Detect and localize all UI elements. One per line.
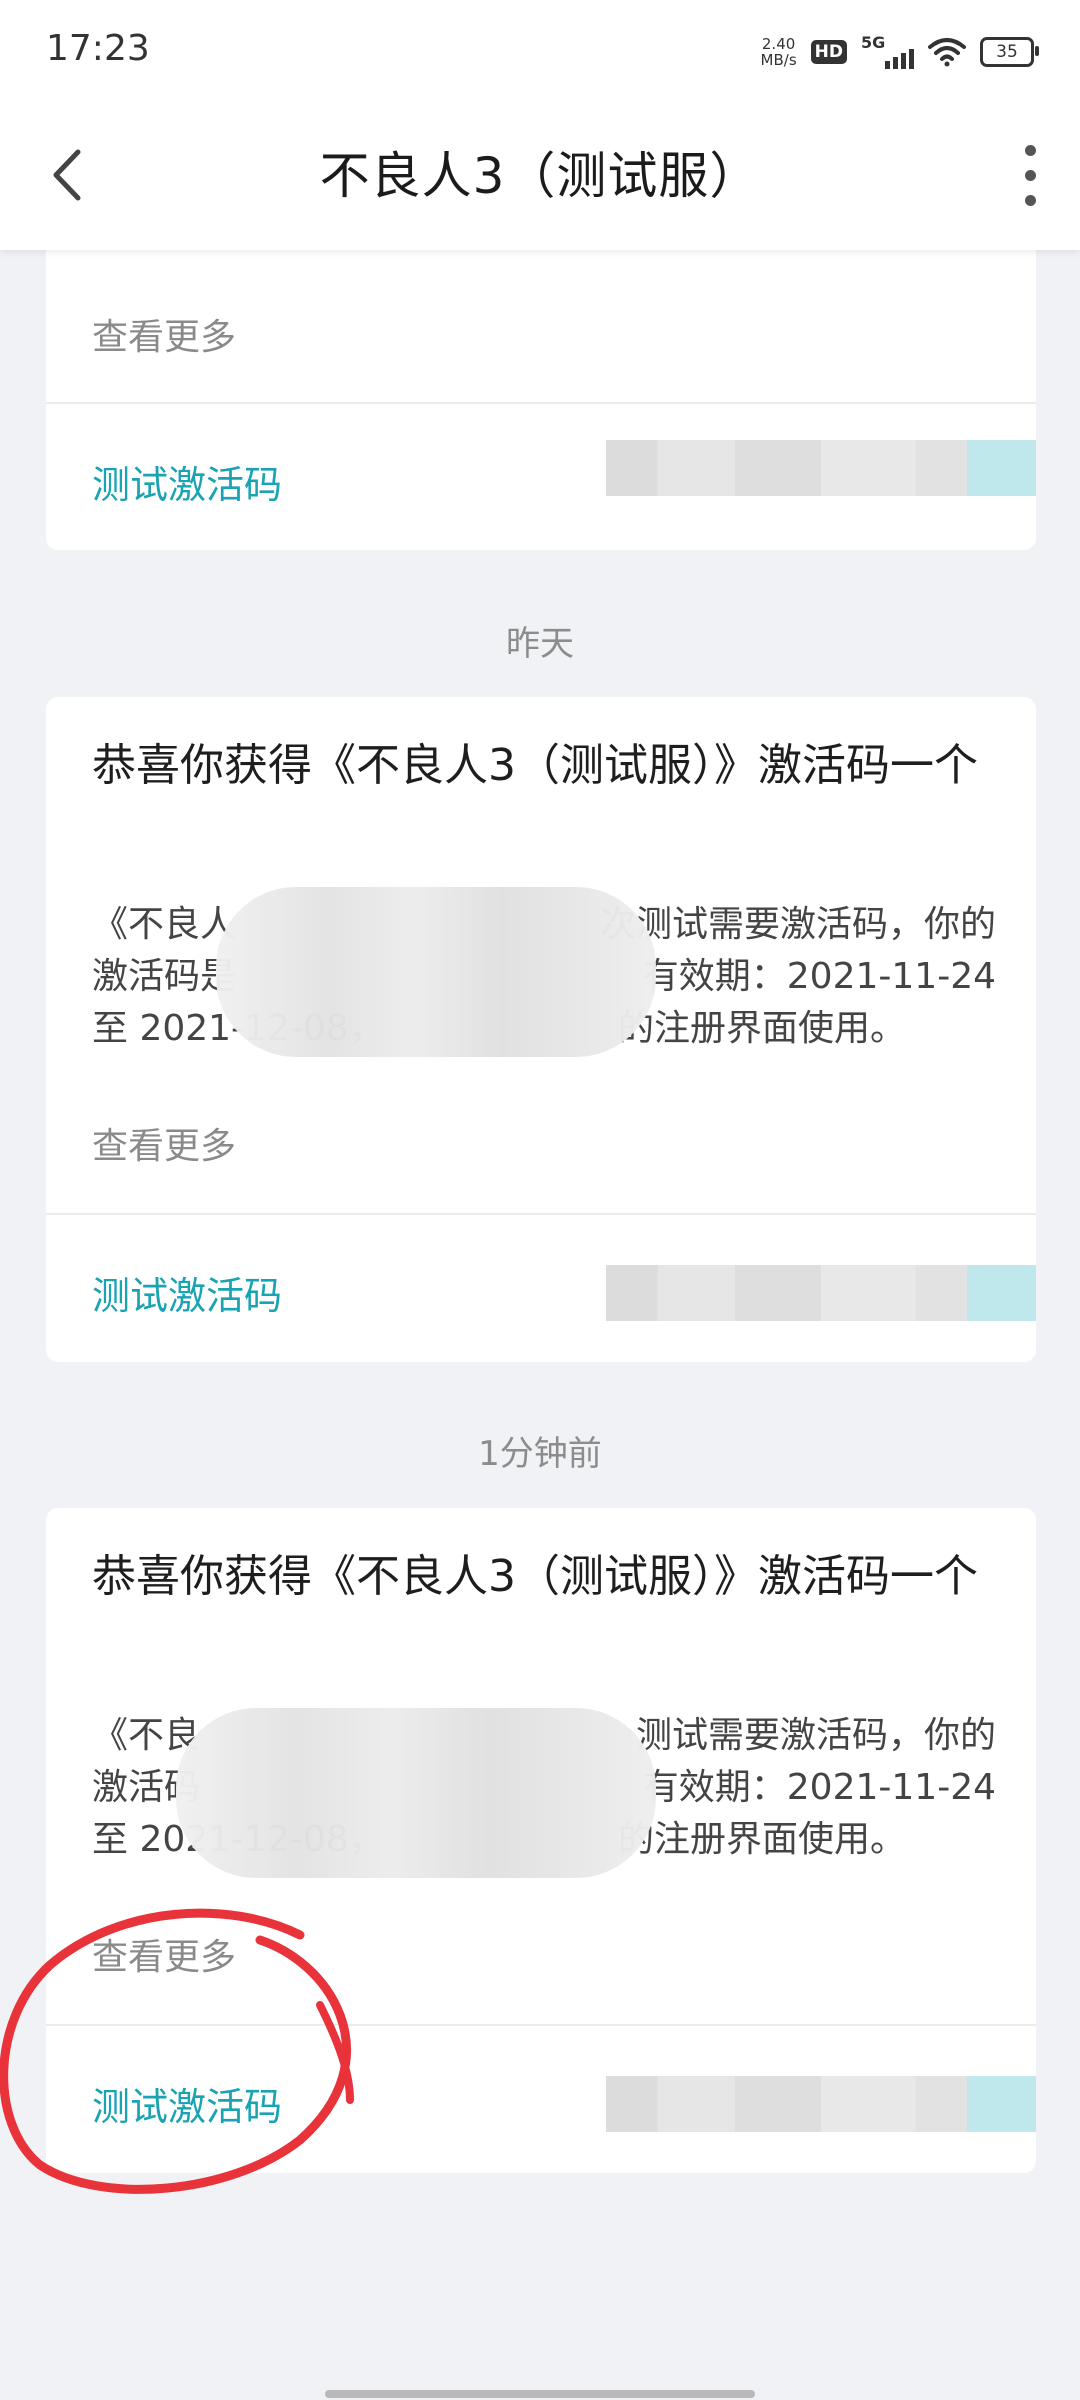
status-icons: 2.40 MB/s HD 5G 35 bbox=[761, 30, 1039, 74]
body-text: 的注册界面使用。 bbox=[617, 1008, 906, 1049]
body-text: 《不良人 bbox=[92, 904, 237, 945]
network-speed-unit: MB/s bbox=[760, 51, 797, 69]
status-bar: 17:23 2.40 MB/s HD 5G 35 bbox=[0, 0, 1080, 100]
activation-code-redacted bbox=[606, 2076, 1036, 2132]
body-text: 有效期：2021-11-24 bbox=[642, 1767, 996, 1808]
activation-code-label[interactable]: 测试激活码 bbox=[92, 454, 282, 509]
body-text: 激活码是 bbox=[92, 956, 237, 997]
status-time: 17:23 bbox=[46, 28, 150, 69]
hd-icon: HD bbox=[810, 40, 847, 64]
activation-code-label[interactable]: 测试激活码 bbox=[92, 1265, 282, 1320]
body-text: 次测试需要激活码，你的 bbox=[599, 904, 996, 945]
view-more-link[interactable]: 查看更多 bbox=[92, 1117, 236, 1169]
view-more-link[interactable]: 查看更多 bbox=[92, 308, 236, 360]
activation-code-redacted bbox=[606, 1265, 1036, 1321]
signal-icon: 5G bbox=[861, 33, 914, 69]
view-more-link[interactable]: 查看更多 bbox=[92, 1928, 236, 1980]
app-header: 不良人3（测试服） bbox=[0, 100, 1080, 250]
more-options-button[interactable] bbox=[998, 140, 1062, 210]
message-title: 恭喜你获得《不良人3（测试服）》激活码一个 bbox=[92, 1551, 978, 1602]
redaction-blur bbox=[216, 887, 656, 1057]
battery-level: 35 bbox=[996, 42, 1018, 62]
page-title: 不良人3（测试服） bbox=[319, 147, 761, 205]
activation-code-label[interactable]: 测试激活码 bbox=[92, 2076, 282, 2131]
message-card: 恭喜你获得《不良人3（测试服）》激活码一个 《不良人 次测试需要激活码，你的 激… bbox=[46, 697, 1036, 1362]
divider bbox=[46, 2024, 1036, 2026]
network-type: 5G bbox=[861, 33, 886, 52]
network-speed-value: 2.40 bbox=[761, 35, 796, 53]
body-text: 的注册界面使用。 bbox=[617, 1819, 906, 1860]
body-text: 有效期：2021-11-24 bbox=[642, 956, 996, 997]
chevron-left-icon bbox=[53, 149, 81, 201]
divider bbox=[46, 402, 1036, 404]
home-indicator[interactable] bbox=[325, 2390, 755, 2398]
divider bbox=[46, 1213, 1036, 1215]
activation-code-redacted bbox=[606, 440, 1036, 496]
more-vertical-icon bbox=[1024, 144, 1036, 156]
message-title: 恭喜你获得《不良人3（测试服）》激活码一个 bbox=[92, 740, 978, 791]
back-button[interactable] bbox=[40, 142, 100, 208]
message-date: 昨天 bbox=[506, 624, 574, 664]
battery-icon: 35 bbox=[980, 37, 1039, 67]
body-text: 测试需要激活码，你的 bbox=[635, 1715, 996, 1756]
wifi-icon bbox=[928, 38, 966, 67]
redaction-blur bbox=[176, 1708, 656, 1878]
message-card: 查看更多 测试激活码 bbox=[46, 250, 1036, 550]
message-card: 恭喜你获得《不良人3（测试服）》激活码一个 《不良 测试需要激活码，你的 激活码… bbox=[46, 1508, 1036, 2173]
message-date: 1分钟前 bbox=[478, 1434, 602, 1474]
network-speed: 2.40 MB/s bbox=[761, 36, 797, 68]
